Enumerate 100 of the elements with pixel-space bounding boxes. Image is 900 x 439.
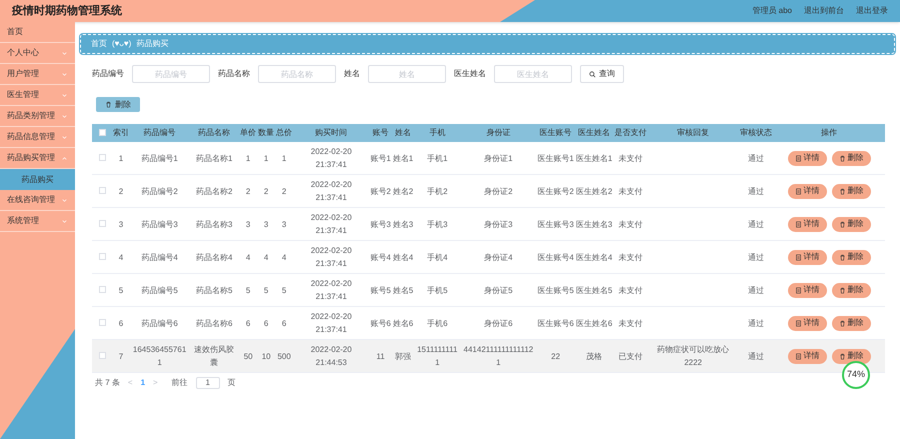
search-field[interactable]: 医生姓名 xyxy=(494,65,572,83)
sidebar-item[interactable]: 在线咨询管理 xyxy=(0,190,75,211)
row-checkbox[interactable] xyxy=(98,252,106,260)
table-cell: 1645364557611 xyxy=(132,345,186,367)
table-cell: 7 xyxy=(118,352,124,360)
column-header: 购买时间 xyxy=(315,128,348,137)
table-cell: 账号2 xyxy=(370,186,391,196)
row-checkbox[interactable] xyxy=(98,286,106,292)
details-button[interactable]: 详情 xyxy=(788,150,826,166)
row-checkbox[interactable] xyxy=(98,154,106,160)
table-cell: 账号6 xyxy=(370,318,391,328)
sidebar-item[interactable]: 首页 xyxy=(0,22,75,43)
table-cell: 2022-02-20 21:37:41 xyxy=(310,180,352,202)
page-input[interactable]: 1 xyxy=(196,377,220,389)
table-cell: 2022-02-20 21:44:53 xyxy=(310,345,352,367)
sidebar-item[interactable]: 药品信息管理 xyxy=(0,127,75,148)
chevron-icon xyxy=(61,70,68,78)
header-link[interactable]: 退出登录 xyxy=(856,5,888,17)
table-cell: 医生姓名2 xyxy=(576,186,612,196)
user-link[interactable]: 管理员 abo xyxy=(752,5,792,17)
table-cell: 3 xyxy=(246,220,250,228)
table-cell: 账号1 xyxy=(370,154,391,162)
table-cell: 姓名5 xyxy=(392,286,414,294)
row-delete-button[interactable]: 删除 xyxy=(832,348,870,364)
details-button[interactable]: 详情 xyxy=(788,348,826,364)
table-cell: 速效伤风胶囊 xyxy=(194,345,234,367)
field-label: 药品名称 xyxy=(218,68,250,80)
chevron-icon xyxy=(61,218,68,224)
details-button[interactable]: 详情 xyxy=(788,282,826,298)
table-cell: 通过 xyxy=(748,186,764,196)
table-cell: 手机2 xyxy=(427,186,448,196)
sidebar-item[interactable]: 用户管理 xyxy=(0,64,75,85)
row-checkbox[interactable] xyxy=(98,318,106,326)
table-cell: 未支付 xyxy=(618,252,642,262)
trash-icon xyxy=(838,154,846,162)
field-label: 医生姓名 xyxy=(454,68,486,80)
table-cell: 2022-02-20 21:37:41 xyxy=(310,279,352,301)
row-checkbox[interactable] xyxy=(98,220,106,226)
table-cell: 药品编号2 xyxy=(141,186,178,196)
table-cell: 药品编号3 xyxy=(141,220,178,228)
trash-icon xyxy=(838,352,846,360)
table-cell: 5 xyxy=(264,286,268,294)
document-icon xyxy=(794,220,802,228)
header-link[interactable]: 退出到前台 xyxy=(804,5,844,17)
table-cell: 2 xyxy=(282,186,286,196)
table-cell: 药品名称6 xyxy=(196,318,232,328)
sidebar-item[interactable]: 个人中心 xyxy=(0,43,75,64)
document-icon xyxy=(794,154,802,162)
search-field[interactable]: 药品名称 xyxy=(258,65,336,83)
sidebar-item[interactable]: 药品类别管理 xyxy=(0,106,75,127)
row-delete-button[interactable]: 删除 xyxy=(832,316,870,330)
delete-button[interactable]: 删除 xyxy=(96,97,140,112)
table-cell: 药品名称4 xyxy=(196,252,232,262)
sidebar-item[interactable]: 医生管理 xyxy=(0,85,75,106)
table-cell: 未支付 xyxy=(618,318,642,328)
table-cell: 身份证5 xyxy=(484,286,513,294)
field-label: 姓名 xyxy=(344,68,360,80)
row-delete-button[interactable]: 删除 xyxy=(832,150,870,166)
row-checkbox[interactable] xyxy=(98,352,106,358)
select-all-checkbox[interactable] xyxy=(98,128,106,136)
row-delete-button[interactable]: 删除 xyxy=(832,250,870,264)
trash-icon xyxy=(838,320,846,326)
details-button[interactable]: 详情 xyxy=(788,184,826,198)
table-cell: 账号3 xyxy=(370,220,391,228)
table-cell: 5 xyxy=(118,286,124,294)
row-delete-button[interactable]: 删除 xyxy=(832,282,870,298)
table-cell: 2022-02-20 21:37:41 xyxy=(310,213,352,235)
row-delete-button[interactable]: 删除 xyxy=(832,216,870,232)
search-field[interactable]: 药品编号 xyxy=(132,65,210,83)
table-cell: 通过 xyxy=(748,318,764,328)
details-button[interactable]: 详情 xyxy=(788,216,826,232)
details-button[interactable]: 详情 xyxy=(788,250,826,264)
table-cell: 药物症状可以吃放心2222 xyxy=(657,345,730,367)
row-checkbox[interactable] xyxy=(98,186,106,194)
table-cell: 500 xyxy=(277,352,291,360)
table-cell: 姓名6 xyxy=(392,318,414,328)
sidebar-item[interactable]: 系统管理 xyxy=(0,211,75,232)
table-cell: 医生姓名1 xyxy=(576,154,612,162)
column-header: 手机 xyxy=(429,128,446,137)
table-cell: 茂格 xyxy=(586,352,602,360)
chevron-icon xyxy=(61,112,68,120)
chevron-icon xyxy=(61,50,68,56)
sidebar-subitem[interactable]: 药品购买 xyxy=(0,169,75,190)
table-cell: 手机1 xyxy=(427,154,448,162)
column-header: 账号 xyxy=(372,128,389,137)
table-cell: 未支付 xyxy=(618,186,642,196)
column-header: 医生账号 xyxy=(540,128,572,137)
table-cell: 通过 xyxy=(748,286,764,294)
table-cell: 医生账号3 xyxy=(537,220,574,228)
row-delete-button[interactable]: 删除 xyxy=(832,184,870,198)
trash-icon xyxy=(838,254,846,260)
table-cell: 医生姓名3 xyxy=(576,220,612,228)
table-cell: 药品编号4 xyxy=(141,252,178,262)
details-button[interactable]: 详情 xyxy=(788,316,826,330)
column-header: 药品编号 xyxy=(144,128,176,137)
table-cell: 医生姓名6 xyxy=(576,318,612,328)
search-button[interactable]: 查询 xyxy=(580,65,624,83)
search-field[interactable]: 姓名 xyxy=(368,65,446,83)
table-cell: 姓名3 xyxy=(392,220,414,228)
table-cell: 药品名称5 xyxy=(196,286,232,294)
